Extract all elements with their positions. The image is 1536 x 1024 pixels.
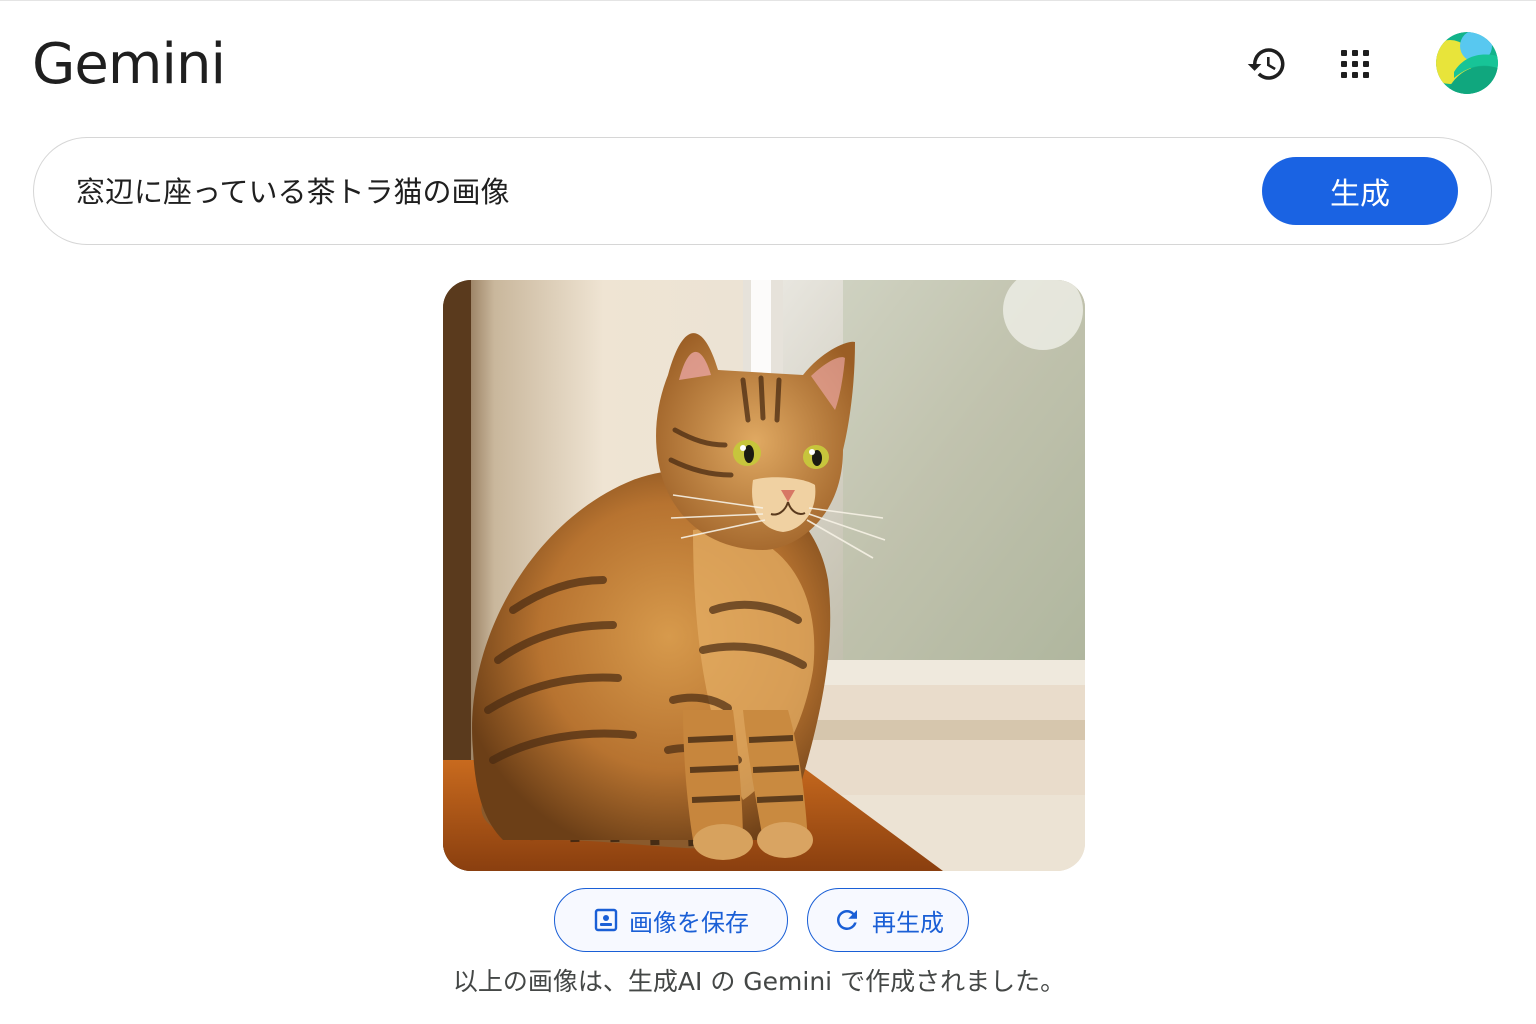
cat-image: [443, 280, 1085, 871]
save-image-icon: [594, 908, 618, 932]
apps-grid-icon: [1341, 50, 1369, 78]
save-image-button[interactable]: 画像を保存: [554, 888, 788, 952]
prompt-bar: 生成: [33, 137, 1492, 245]
generated-image: [443, 280, 1085, 871]
regenerate-label: 再生成: [872, 908, 944, 937]
avatar-icon: [1436, 32, 1498, 94]
generate-button[interactable]: 生成: [1262, 157, 1458, 225]
prompt-input[interactable]: [76, 168, 1176, 216]
save-image-label: 画像を保存: [629, 908, 749, 937]
history-icon: [1247, 48, 1285, 80]
apps-button[interactable]: [1329, 38, 1381, 90]
top-divider: [0, 0, 1536, 1]
refresh-icon: [836, 910, 857, 930]
account-avatar[interactable]: [1436, 32, 1498, 94]
app-title: Gemini: [32, 32, 226, 97]
history-button[interactable]: [1241, 38, 1293, 90]
generation-caption: 以上の画像は、生成AI の Gemini で作成されました。: [452, 967, 1066, 996]
regenerate-button[interactable]: 再生成: [807, 888, 969, 952]
